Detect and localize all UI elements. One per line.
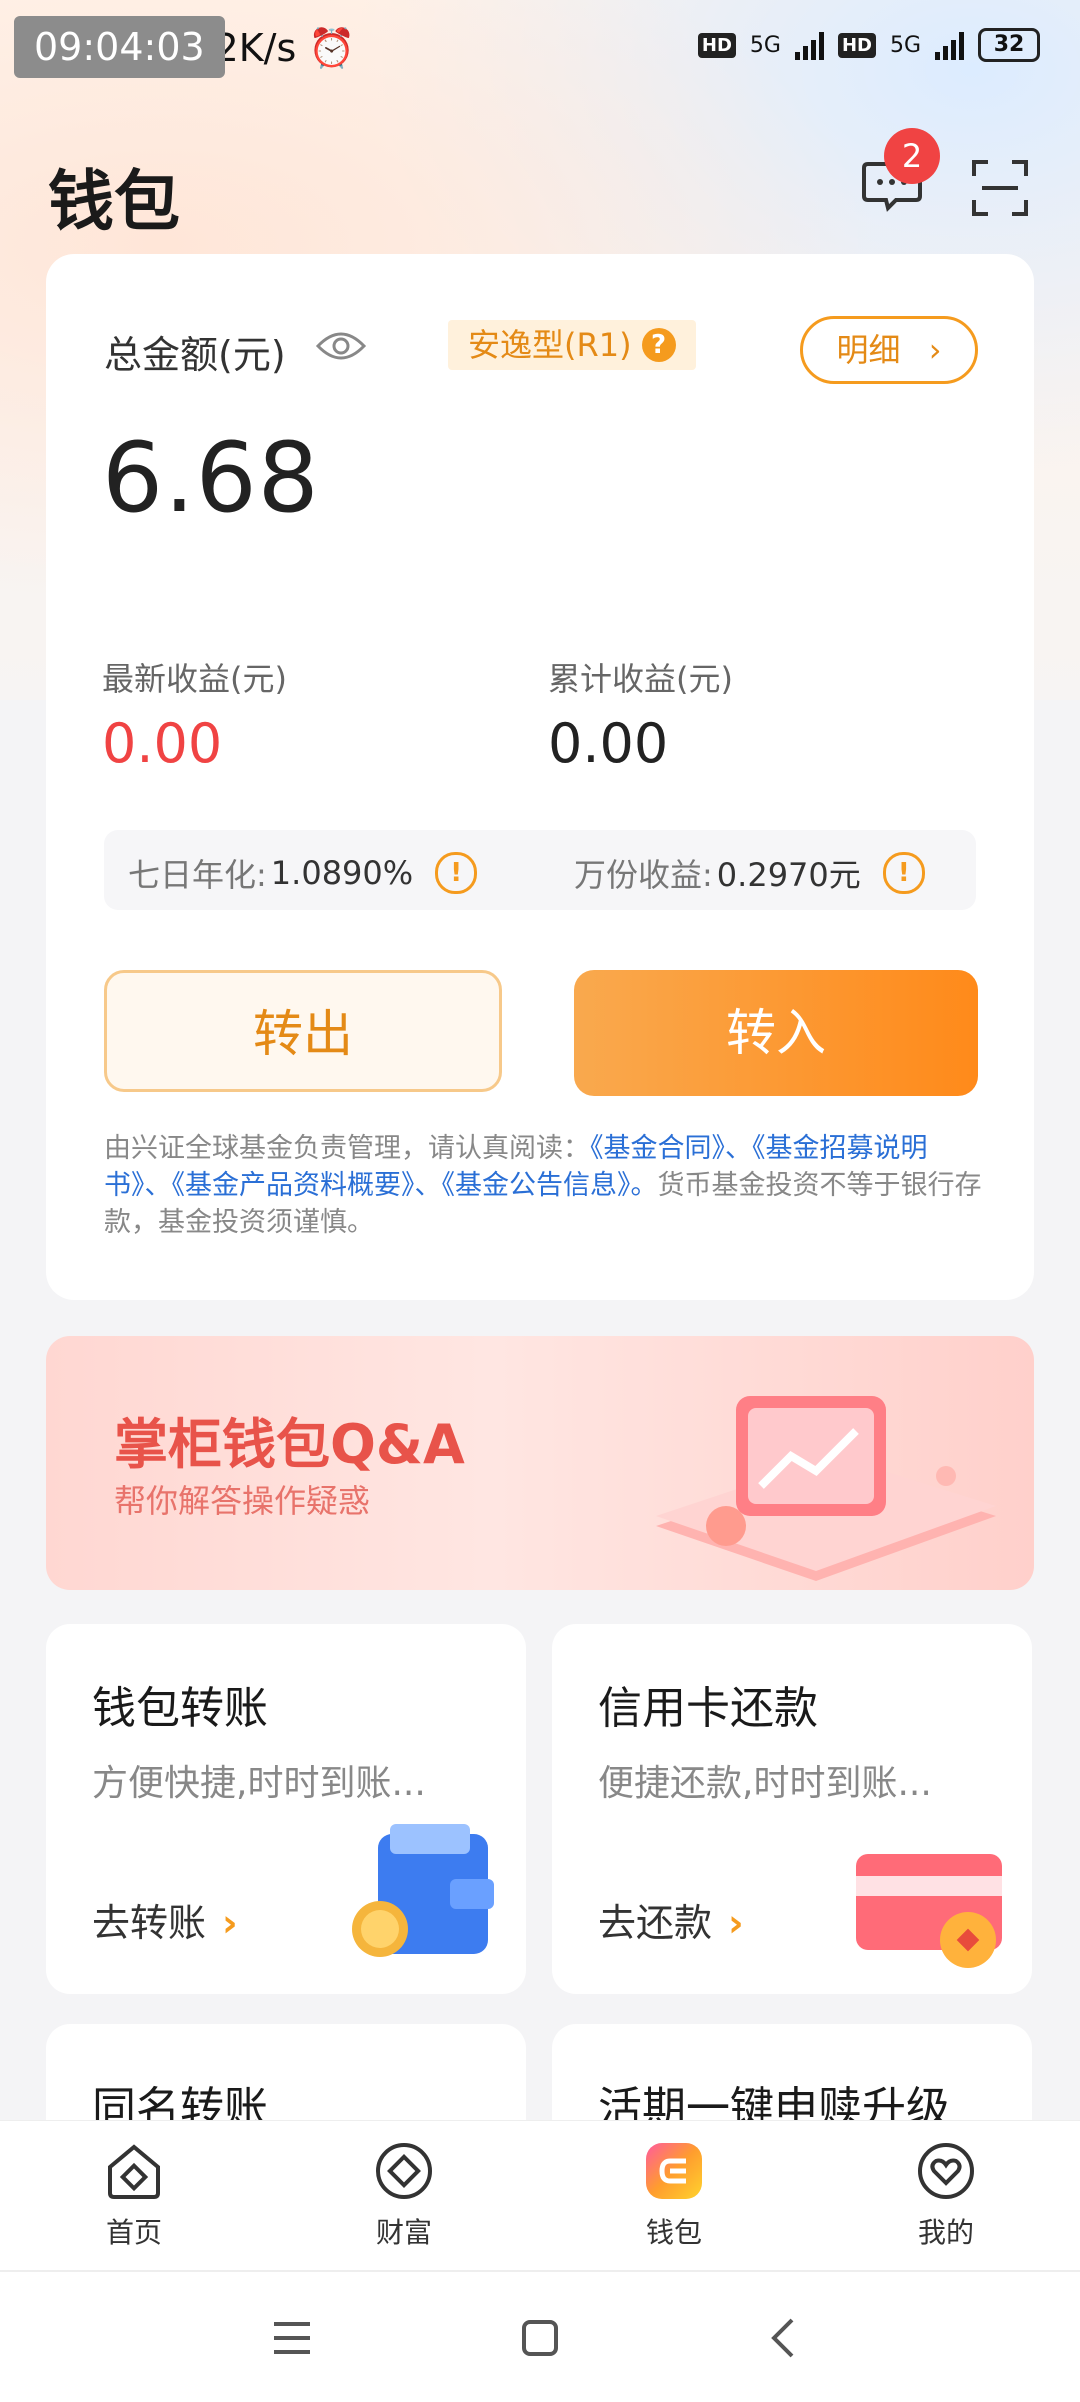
hd-icon-2: HD <box>837 32 876 58</box>
go-transfer-label: 去转账 <box>92 1901 207 1945</box>
status-bar: 9:04 | 6.2K/s ⏰ 09:04:03 HD 5G HD 5G 32 <box>0 0 1080 100</box>
go-repay-label: 去还款 <box>598 1901 713 1945</box>
latest-income-value: 0.00 <box>102 712 223 775</box>
disclaimer-text: 由兴证全球基金负责管理，请认真阅读： <box>104 1133 590 1164</box>
tab-label: 财富 <box>375 2216 432 2249</box>
help-icon: ? <box>641 328 676 362</box>
go-transfer-link[interactable]: 去转账 › <box>92 1892 238 1947</box>
transfer-in-button[interactable]: 转入 <box>574 970 978 1096</box>
page-title: 钱包 <box>48 163 180 240</box>
message-badge: 2 <box>884 128 940 184</box>
risk-level-text: 安逸型(R1) <box>468 326 632 364</box>
tab-mine[interactable]: 我的 <box>876 2139 1016 2251</box>
signal-icon-2 <box>935 30 964 60</box>
time-overlay: 09:04:03 <box>14 16 225 78</box>
bottom-tab-bar: 首页 财富 钱包 我的 <box>0 2120 1080 2271</box>
detail-button-label: 明细 <box>836 331 901 369</box>
latest-income-label: 最新收益(元) <box>102 660 287 698</box>
per-10k-income: 万份收益: 0.2970元 ! <box>574 850 925 896</box>
total-amount-value: 6.68 <box>102 422 320 534</box>
go-repay-link[interactable]: 去还款 › <box>598 1892 744 1947</box>
total-amount-label: 总金额(元) <box>104 333 286 377</box>
risk-level-tag[interactable]: 安逸型(R1) ? <box>448 320 696 370</box>
detail-button[interactable]: 明细 › <box>800 316 978 384</box>
seven-day-yield: 七日年化: 1.0890% ! <box>128 850 478 896</box>
scan-icon[interactable] <box>970 158 1030 218</box>
system-navigation-bar <box>0 2270 1080 2402</box>
chevron-right-icon: › <box>728 1901 744 1945</box>
card-subtitle: 方便快捷,时时到账... <box>92 1763 426 1804</box>
tab-wallet[interactable]: 钱包 <box>604 2139 744 2251</box>
tab-wealth[interactable]: 财富 <box>334 2139 474 2251</box>
card-title: 信用卡还款 <box>598 1683 818 1734</box>
back-icon[interactable] <box>762 2316 806 2360</box>
banner-subtitle: 帮你解答操作疑惑 <box>114 1482 371 1520</box>
wallet-transfer-card[interactable]: 钱包转账 方便快捷,时时到账... 去转账 › <box>46 1624 526 1994</box>
fund-disclaimer: 由兴证全球基金负责管理，请认真阅读：《基金合同》、《基金招募说明书》、《基金产品… <box>104 1130 984 1241</box>
hd-icon: HD <box>697 32 736 58</box>
network-label-2: 5G <box>889 32 921 58</box>
transfer-out-button[interactable]: 转出 <box>104 970 502 1092</box>
home-nav-icon[interactable] <box>518 2316 562 2360</box>
battery-icon: 32 <box>978 28 1040 62</box>
menu-icon[interactable] <box>270 2316 314 2360</box>
cumulative-income-label: 累计收益(元) <box>548 660 733 698</box>
info-icon[interactable]: ! <box>435 852 478 894</box>
home-icon <box>108 2144 160 2199</box>
qa-banner[interactable]: 掌柜钱包Q&A 帮你解答操作疑惑 <box>46 1336 1034 1590</box>
balance-card: 总金额(元) 安逸型(R1) ? 明细 › 6.68 最新收益(元) 0.00 … <box>46 254 1034 1300</box>
profile-icon <box>918 2143 974 2199</box>
wallet-icon <box>352 1824 494 1957</box>
chart-illustration-icon <box>656 1396 996 1581</box>
seven-day-yield-label: 七日年化: <box>128 856 267 894</box>
yield-info-bar: 七日年化: 1.0890% ! 万份收益: 0.2970元 ! <box>104 830 976 910</box>
signal-icon <box>794 30 824 60</box>
banner-title: 掌柜钱包Q&A <box>114 1413 465 1476</box>
network-label: 5G <box>749 32 781 58</box>
eye-icon[interactable] <box>316 328 366 364</box>
wealth-icon <box>376 2143 432 2199</box>
card-subtitle: 便捷还款,时时到账... <box>598 1763 932 1804</box>
tab-home[interactable]: 首页 <box>64 2139 204 2251</box>
chevron-right-icon: › <box>928 331 942 369</box>
status-icons: HD 5G HD 5G 32 <box>697 28 1040 62</box>
cumulative-income-value: 0.00 <box>548 712 669 775</box>
info-icon-2[interactable]: ! <box>882 852 925 894</box>
wallet-tab-icon <box>646 2143 702 2199</box>
tab-label: 钱包 <box>645 2216 702 2249</box>
credit-card-repay-card[interactable]: 信用卡还款 便捷还款,时时到账... 去还款 › <box>552 1624 1032 1994</box>
tab-label: 首页 <box>105 2216 162 2249</box>
chevron-right-icon: › <box>222 1901 238 1945</box>
tab-label: 我的 <box>917 2216 974 2249</box>
card-title: 钱包转账 <box>92 1683 268 1734</box>
credit-card-icon <box>856 1854 1002 1968</box>
per-10k-income-value: 0.2970元 <box>716 856 861 894</box>
per-10k-income-label: 万份收益: <box>574 856 713 894</box>
seven-day-yield-value: 1.0890% <box>270 854 414 892</box>
